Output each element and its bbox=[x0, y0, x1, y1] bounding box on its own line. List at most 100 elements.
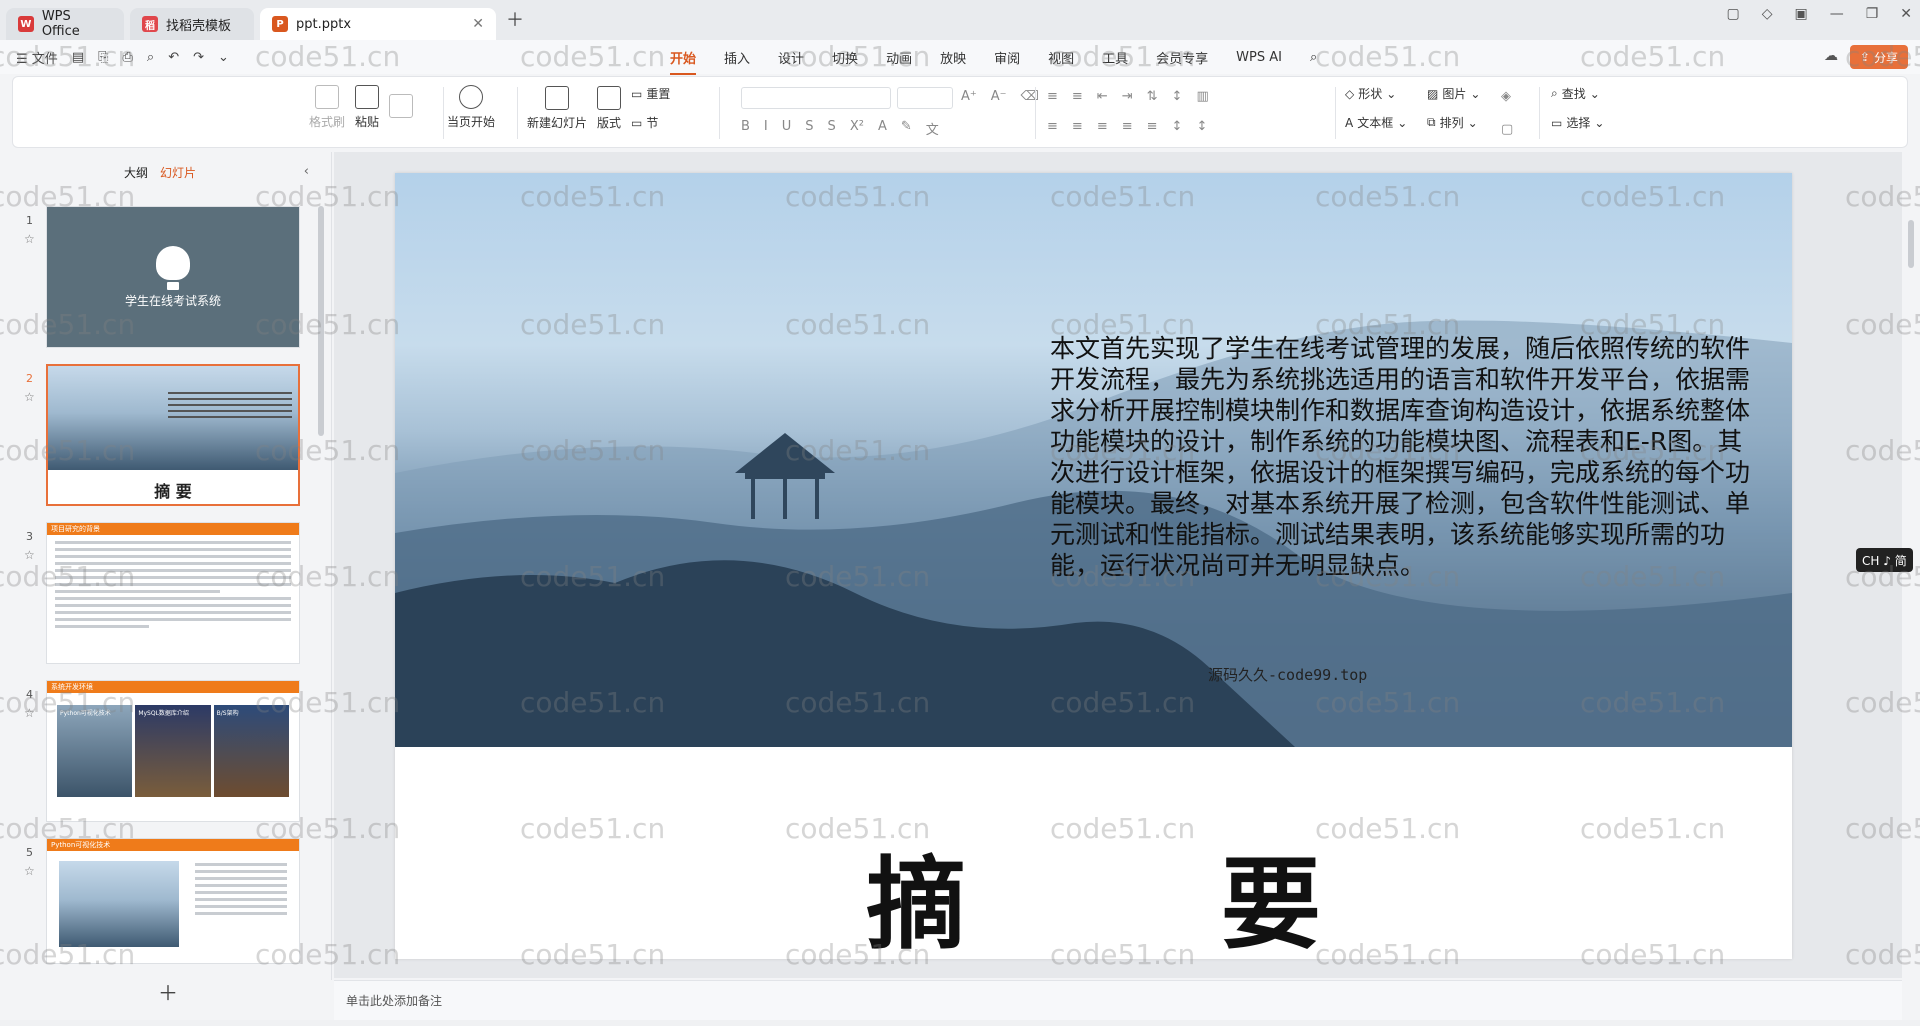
star-icon[interactable]: ☆ bbox=[24, 232, 35, 246]
format-painter-button[interactable]: 格式刷 bbox=[309, 85, 345, 130]
indent-icon[interactable]: ⇥ bbox=[1122, 89, 1133, 104]
minimize-icon[interactable]: — bbox=[1830, 6, 1844, 22]
reset-button[interactable]: ▭ 重置 bbox=[631, 85, 670, 102]
panel-scrollbar[interactable] bbox=[318, 206, 324, 436]
tab-wps-ai[interactable]: WPS AI bbox=[1236, 50, 1282, 65]
tab-view[interactable]: 视图 bbox=[1048, 48, 1074, 67]
tab-transition[interactable]: 切换 bbox=[832, 48, 858, 67]
shrink-font-icon[interactable]: A⁻ bbox=[991, 89, 1007, 104]
play-icon bbox=[459, 85, 483, 109]
tab-slides[interactable]: 幻灯片 bbox=[160, 164, 196, 181]
share-button[interactable]: ⇪ 分享 bbox=[1849, 45, 1908, 69]
preview-icon[interactable]: ⌕ bbox=[147, 50, 154, 65]
menu-row: ☰ 文件 ▤ ⎘ ⎙ ⌕ ↶ ↷ ⌄ 开始 插入 设计 切换 动画 放映 审阅 … bbox=[0, 40, 1920, 75]
shape-button[interactable]: ◇ 形状 ⌄ bbox=[1345, 85, 1407, 102]
template-icon: 稻 bbox=[142, 16, 158, 32]
tab-home[interactable]: 开始 bbox=[670, 48, 697, 75]
ime-indicator[interactable]: CH ♪ 简 bbox=[1856, 548, 1913, 572]
tab-wps-office[interactable]: W WPS Office bbox=[6, 8, 124, 40]
tab-design[interactable]: 设计 bbox=[778, 48, 804, 67]
tab-review[interactable]: 审阅 bbox=[994, 48, 1020, 67]
chevron-down-icon[interactable]: ⌄ bbox=[218, 50, 229, 65]
fill-icon[interactable]: ◈ bbox=[1501, 89, 1513, 104]
current-slide[interactable]: 本文首先实现了学生在线考试管理的发展，随后依照传统的软件开发流程，最先为系统挑选… bbox=[395, 173, 1792, 959]
bold-icon[interactable]: B bbox=[741, 119, 750, 138]
find-button[interactable]: ⌕ 查找 ⌄ bbox=[1551, 85, 1604, 102]
close-icon[interactable]: ✕ bbox=[472, 16, 484, 32]
clipboard-group: 格式刷 粘贴 bbox=[309, 85, 414, 130]
outdent-icon[interactable]: ⇤ bbox=[1097, 89, 1108, 104]
grow-font-icon[interactable]: A⁺ bbox=[961, 89, 977, 104]
save-icon[interactable]: ▤ bbox=[72, 50, 84, 65]
align-right-icon[interactable]: ≡ bbox=[1097, 119, 1108, 134]
tab-ppt[interactable]: P ppt.pptx ✕ bbox=[260, 8, 496, 40]
select-button[interactable]: ▭ 选择 ⌄ bbox=[1551, 114, 1604, 131]
star-icon[interactable]: ☆ bbox=[24, 864, 35, 878]
justify-icon[interactable]: ≡ bbox=[1122, 119, 1133, 134]
notes-area[interactable]: 单击此处添加备注 bbox=[334, 980, 1902, 1020]
shadow-icon[interactable]: S bbox=[828, 119, 836, 138]
tab-insert[interactable]: 插入 bbox=[724, 48, 750, 67]
cut-button[interactable] bbox=[389, 93, 414, 122]
redo-icon[interactable]: ↷ bbox=[193, 50, 204, 65]
outline-icon[interactable]: ▢ bbox=[1501, 122, 1513, 137]
align-center-icon[interactable]: ≡ bbox=[1072, 119, 1083, 134]
align-left-icon[interactable]: ≡ bbox=[1047, 119, 1058, 134]
card: B/S架构 bbox=[213, 705, 289, 797]
numbered-list-icon[interactable]: ≡ bbox=[1072, 89, 1083, 104]
phonetic-icon[interactable]: 文 bbox=[926, 119, 939, 138]
highlight-icon[interactable]: ✎ bbox=[901, 119, 912, 138]
direction-icon[interactable]: ⇅ bbox=[1147, 89, 1158, 104]
new-slide-button[interactable]: 新建幻灯片 bbox=[527, 85, 587, 131]
superscript-icon[interactable]: X² bbox=[850, 119, 864, 138]
file-menu-label: 文件 bbox=[31, 51, 58, 67]
tab-template[interactable]: 稻 找稻壳模板 bbox=[130, 8, 254, 40]
font-size-select[interactable] bbox=[897, 87, 953, 109]
box-icon[interactable]: ◇ bbox=[1762, 6, 1773, 22]
layout-button[interactable]: 版式 bbox=[597, 85, 621, 131]
export-icon[interactable]: ⎘ bbox=[98, 50, 108, 65]
tab-member[interactable]: 会员专享 bbox=[1156, 48, 1208, 67]
print-icon[interactable]: ⎙ bbox=[123, 50, 133, 65]
strikethrough-icon[interactable]: S bbox=[805, 119, 813, 138]
add-tab-icon[interactable]: ＋ bbox=[506, 6, 524, 32]
play-from-current-button[interactable]: 当页开始 bbox=[447, 85, 495, 130]
italic-icon[interactable]: I bbox=[764, 119, 768, 138]
search-icon[interactable]: ⌕ bbox=[1310, 50, 1317, 65]
close-window-icon[interactable]: ✕ bbox=[1900, 6, 1912, 22]
star-icon[interactable]: ☆ bbox=[24, 390, 35, 404]
cloud-icon[interactable]: ☁ bbox=[1824, 48, 1838, 64]
textbox-button[interactable]: A 文本框 ⌄ bbox=[1345, 114, 1407, 131]
add-slide-icon[interactable]: ＋ bbox=[158, 977, 178, 1006]
tab-animation[interactable]: 动画 bbox=[886, 48, 912, 67]
arrange-button[interactable]: ⧉ 排列 ⌄ bbox=[1427, 114, 1480, 131]
scroll-thumb[interactable] bbox=[1908, 220, 1914, 268]
arrange-icon: ⧉ bbox=[1427, 115, 1436, 129]
spacing-icon[interactable]: ↕ bbox=[1172, 89, 1183, 104]
tab-slideshow[interactable]: 放映 bbox=[940, 48, 966, 67]
avatar[interactable]: ▣ bbox=[1794, 6, 1807, 22]
slide-small-group: ▭ 重置 ▭ 节 bbox=[631, 85, 670, 131]
star-icon[interactable]: ☆ bbox=[24, 706, 35, 720]
section-button[interactable]: ▭ 节 bbox=[631, 114, 670, 131]
star-icon[interactable]: ☆ bbox=[24, 548, 35, 562]
collapse-icon[interactable]: ‹ bbox=[304, 164, 309, 179]
maximize-icon[interactable]: ❐ bbox=[1866, 6, 1879, 22]
columns-icon[interactable]: ▥ bbox=[1196, 89, 1208, 104]
tab-tools[interactable]: 工具 bbox=[1102, 48, 1128, 67]
file-menu[interactable]: ☰ 文件 bbox=[16, 48, 58, 67]
font-color-icon[interactable]: A bbox=[878, 119, 887, 138]
bullet-list-icon[interactable]: ≡ bbox=[1047, 89, 1058, 104]
line-spacing-icon[interactable]: ↕ bbox=[1172, 119, 1183, 134]
clear-format-icon[interactable]: ⌫ bbox=[1021, 89, 1039, 104]
undo-icon[interactable]: ↶ bbox=[168, 50, 179, 65]
thumb-title: 摘 要 bbox=[154, 482, 192, 501]
layout-icon[interactable]: ▢ bbox=[1726, 6, 1739, 22]
tab-outline[interactable]: 大纲 bbox=[124, 164, 148, 181]
distribute-icon[interactable]: ≡ bbox=[1147, 119, 1158, 134]
font-family-select[interactable] bbox=[741, 87, 891, 109]
underline-icon[interactable]: U bbox=[782, 119, 792, 138]
para-spacing-icon[interactable]: ↕ bbox=[1196, 119, 1207, 134]
picture-button[interactable]: ▨ 图片 ⌄ bbox=[1427, 85, 1480, 102]
paste-button[interactable]: 粘贴 bbox=[355, 85, 379, 130]
